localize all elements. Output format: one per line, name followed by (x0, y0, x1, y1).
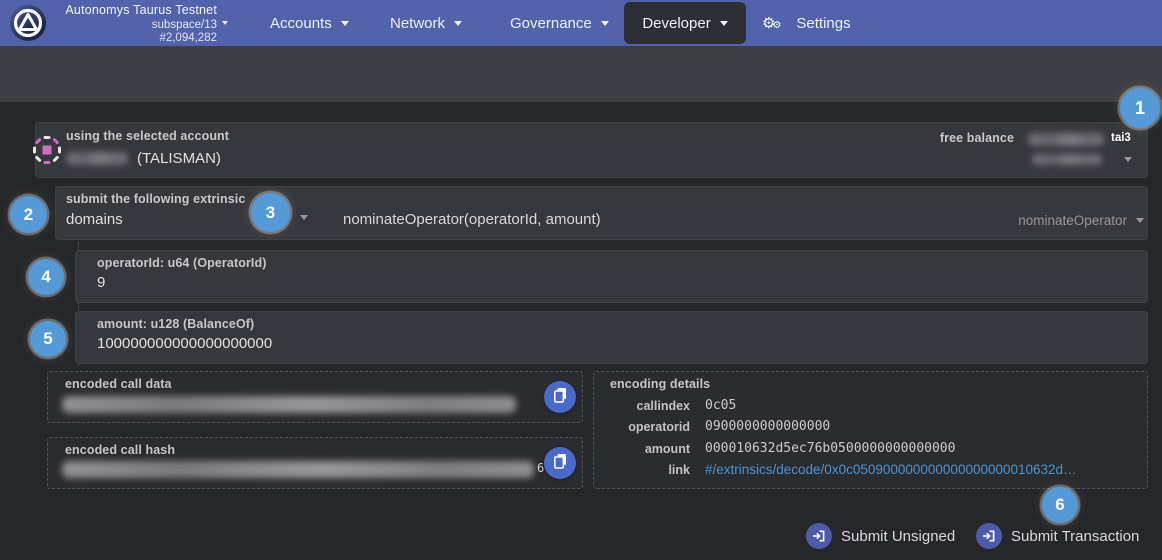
decode-link[interactable]: #/extrinsics/decode/0x0c0509000000000000… (705, 462, 1077, 477)
chevron-down-icon[interactable] (222, 21, 228, 25)
pallet-select-chevron-icon[interactable] (300, 215, 308, 220)
settings-gears-icon: ⚙⚙ (762, 16, 781, 31)
redacted-free-balance (1028, 133, 1104, 146)
nav-governance-label: Governance (510, 15, 592, 32)
chevron-down-icon (720, 21, 728, 26)
annotation-badge-4: 4 (28, 259, 64, 295)
pallet-select[interactable]: domains (66, 211, 123, 228)
param-amount-label: amount: u128 (BalanceOf) (97, 317, 254, 331)
method-select[interactable]: nominateOperator (1018, 213, 1144, 228)
submit-unsigned-label: Submit Unsigned (841, 528, 955, 545)
submit-transaction-button[interactable]: Submit Transaction (976, 523, 1139, 549)
balance-unit: tai3 (1111, 132, 1131, 144)
annotation-badge-5: 5 (30, 321, 66, 357)
chevron-down-icon (454, 21, 462, 26)
sign-in-icon (806, 523, 832, 549)
nav-accounts-label: Accounts (270, 15, 332, 32)
annotation-badge-3: 3 (251, 193, 290, 232)
amount-value: 000010632d5ec76b0500000000000000 (705, 441, 955, 456)
operatorid-key: operatorid (600, 420, 690, 434)
callindex-key: callindex (600, 399, 690, 413)
extrinsics-page: Autonomys Taurus Testnet subspace/13 #2,… (0, 0, 1162, 560)
block-number: #2,094,282 (40, 32, 217, 45)
free-balance-label: free balance (900, 131, 1014, 145)
link-key: link (600, 463, 690, 477)
redacted-account-name (66, 152, 128, 165)
nav-accounts[interactable]: Accounts (270, 0, 349, 46)
account-identicon (31, 134, 63, 171)
redacted-call-data (62, 396, 516, 413)
copy-icon (553, 453, 568, 474)
annotation-badge-6: 6 (1042, 487, 1078, 523)
annotation-badge-1: 1 (1120, 88, 1160, 128)
param-operatorid-input[interactable]: 9 (97, 274, 105, 291)
account-select-label: using the selected account (66, 129, 229, 143)
call-signature: nominateOperator(operatorId, amount) (343, 211, 601, 228)
chevron-down-icon (601, 21, 609, 26)
nav-developer[interactable]: Developer (624, 2, 746, 44)
amount-key: amount (600, 442, 690, 456)
account-dropdown-chevron-icon[interactable] (1124, 157, 1132, 162)
extrinsic-select-label: submit the following extrinsic (66, 192, 245, 206)
network-selector[interactable]: subspace/13 (40, 18, 217, 32)
method-select-value: nominateOperator (1018, 213, 1127, 228)
account-name-suffix: (TALISMAN) (137, 150, 221, 167)
param-amount-input[interactable]: 100000000000000000000 (97, 335, 272, 352)
nav-settings[interactable]: ⚙⚙ Settings (762, 0, 851, 46)
submit-transaction-label: Submit Transaction (1011, 528, 1139, 545)
copy-icon (553, 387, 568, 408)
copy-call-data-button[interactable] (544, 381, 576, 413)
redacted-call-hash (62, 461, 534, 478)
chain-name: Autonomys Taurus Testnet (40, 3, 217, 18)
nav-governance[interactable]: Governance (510, 0, 609, 46)
callindex-value: 0c05 (705, 398, 736, 413)
chain-info: Autonomys Taurus Testnet subspace/13 #2,… (40, 3, 217, 45)
encoded-call-data-label: encoded call data (65, 377, 172, 391)
sign-in-icon (976, 523, 1002, 549)
submit-unsigned-button[interactable]: Submit Unsigned (806, 523, 955, 549)
section-tabbar (0, 46, 1162, 102)
nav-developer-label: Developer (642, 15, 710, 32)
nav-network[interactable]: Network (390, 0, 462, 46)
encoded-call-hash-label: encoded call hash (65, 443, 175, 457)
nav-settings-label: Settings (796, 15, 850, 32)
param-operatorid-label: operatorId: u64 (OperatorId) (97, 256, 266, 270)
top-navbar: Autonomys Taurus Testnet subspace/13 #2,… (0, 0, 1162, 46)
annotation-badge-2: 2 (10, 196, 47, 233)
nav-network-label: Network (390, 15, 445, 32)
method-select-chevron-icon (1136, 218, 1144, 223)
copy-call-hash-button[interactable] (544, 447, 576, 479)
redacted-balance-secondary (1032, 154, 1102, 165)
encoding-details-title: encoding details (610, 377, 710, 391)
operatorid-value: 0900000000000000 (705, 419, 830, 434)
chevron-down-icon (341, 21, 349, 26)
